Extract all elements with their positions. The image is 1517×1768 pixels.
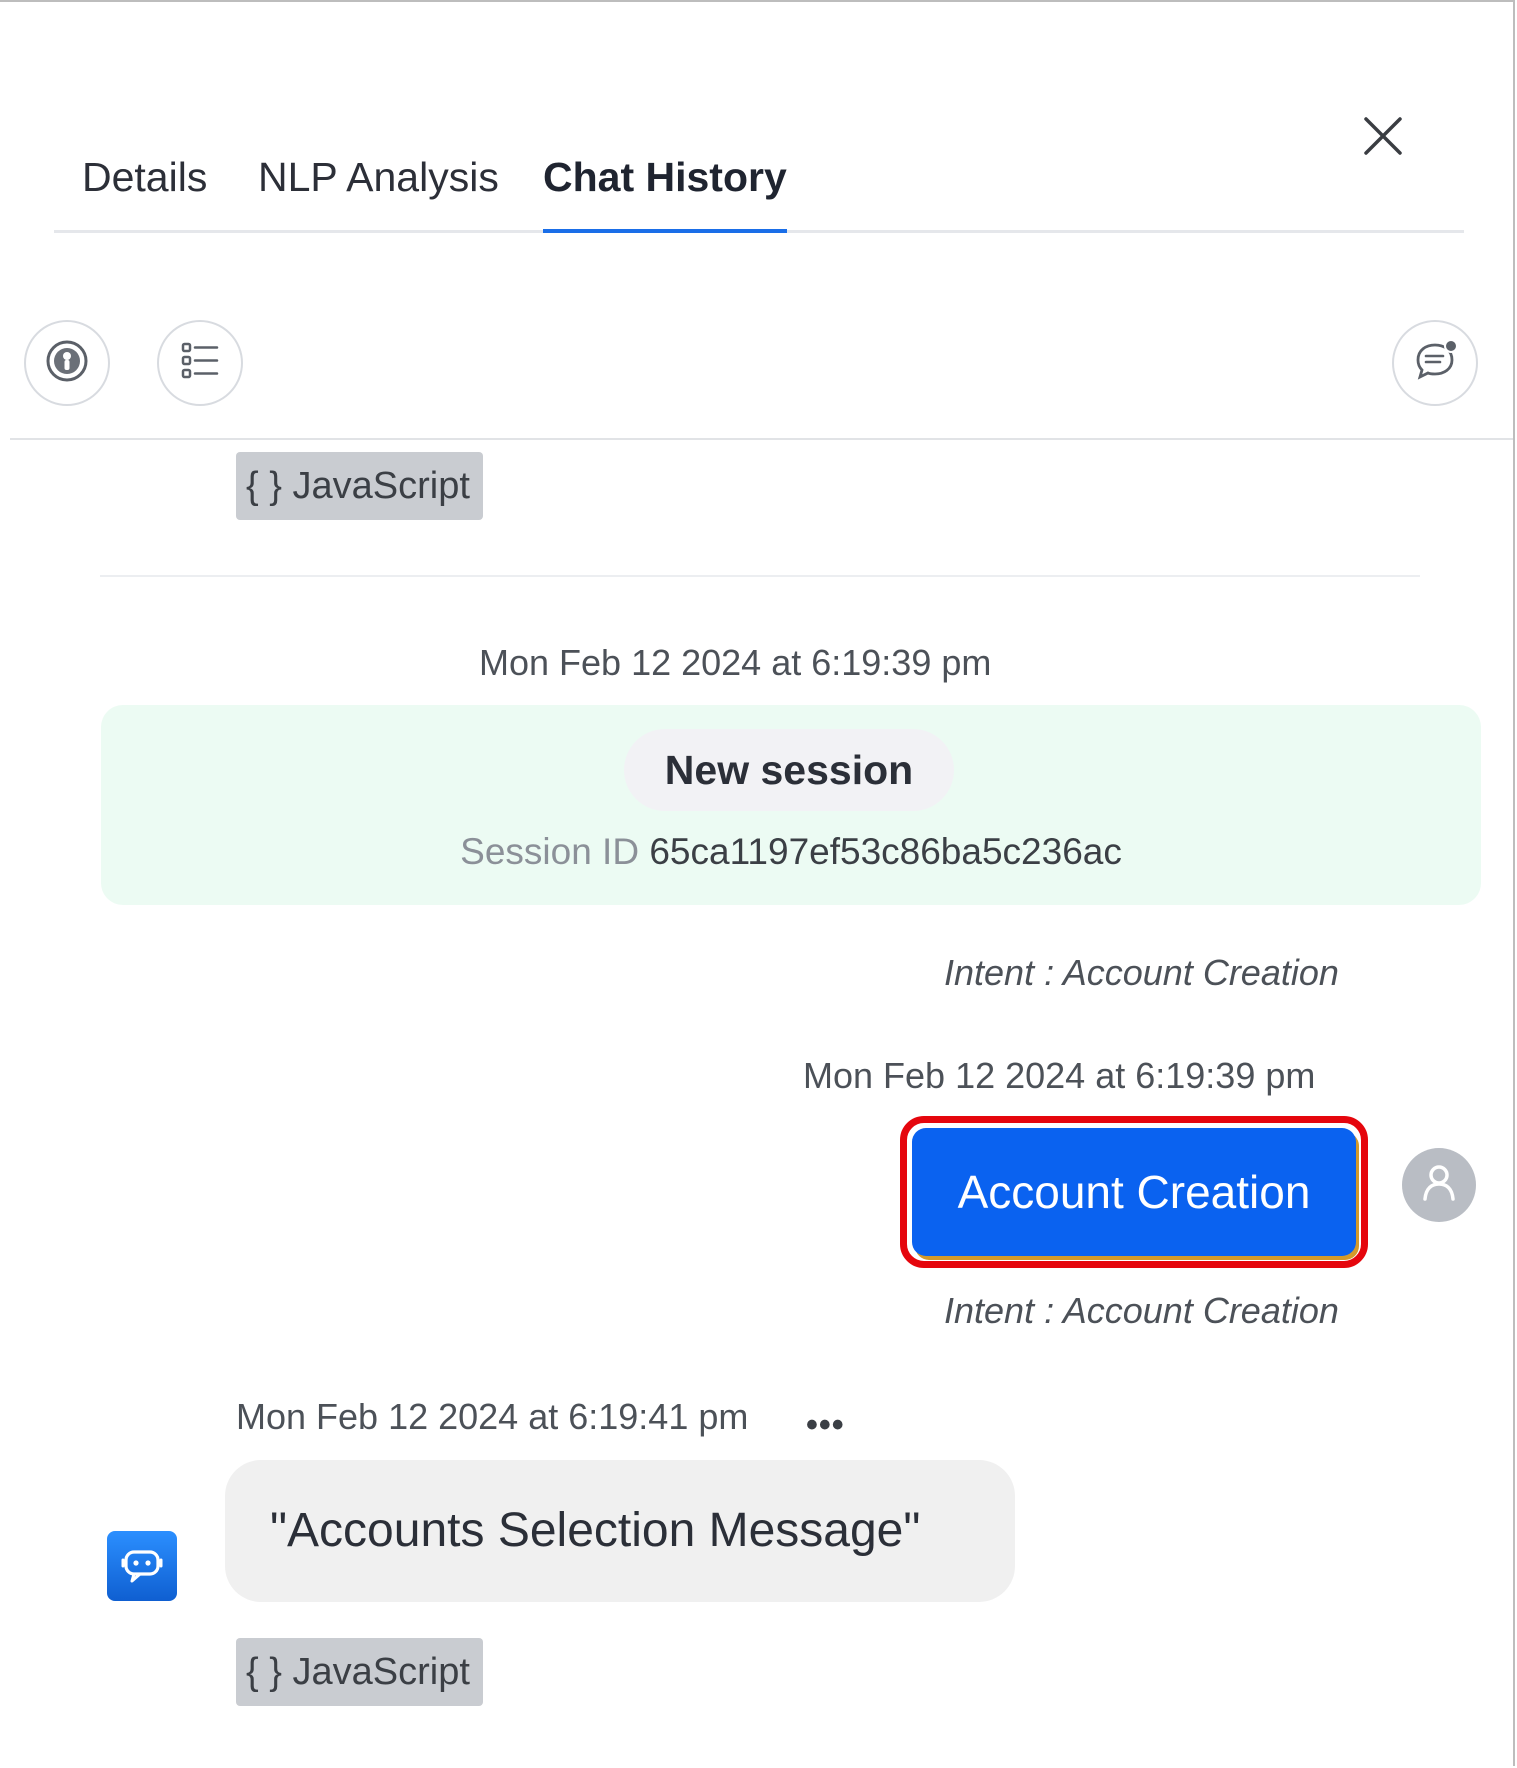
intent-label: Intent : Account Creation — [944, 952, 1339, 993]
bot-message-bubble: "Accounts Selection Message" — [225, 1460, 1015, 1602]
user-status-button[interactable] — [24, 320, 110, 406]
session-id-label: Session ID — [460, 831, 640, 872]
more-options-button[interactable]: ••• — [806, 1406, 845, 1445]
javascript-tag: { } JavaScript — [236, 1638, 483, 1706]
chat-notification-button[interactable] — [1392, 320, 1478, 406]
user-message-timestamp: Mon Feb 12 2024 at 6:19:39 pm — [803, 1055, 1316, 1096]
list-view-button[interactable] — [157, 320, 243, 406]
tab-chat-history[interactable]: Chat History — [543, 150, 787, 233]
user-message-bubble[interactable]: Account Creation — [912, 1128, 1356, 1256]
tab-nlp-analysis[interactable]: NLP Analysis — [258, 150, 499, 230]
new-session-pill: New session — [624, 729, 954, 811]
user-status-icon — [44, 338, 90, 389]
chat-notification-icon — [1410, 336, 1460, 391]
bot-message-timestamp: Mon Feb 12 2024 at 6:19:41 pm — [236, 1396, 749, 1437]
session-timestamp: Mon Feb 12 2024 at 6:19:39 pm — [479, 642, 992, 683]
user-intent-label: Intent : Account Creation — [944, 1290, 1339, 1331]
new-session-card: New session Session ID 65ca1197ef53c86ba… — [101, 705, 1481, 905]
session-id-value: 65ca1197ef53c86ba5c236ac — [649, 831, 1122, 872]
bot-icon — [107, 1531, 177, 1601]
javascript-tag: { } JavaScript — [236, 452, 483, 520]
user-avatar-icon — [1417, 1161, 1461, 1210]
tab-details[interactable]: Details — [82, 150, 207, 230]
message-divider — [100, 575, 1420, 577]
tab-bar: Details NLP Analysis Chat History — [54, 102, 1464, 233]
chat-history-panel: Details NLP Analysis Chat History {} Ja… — [0, 0, 1515, 1766]
close-icon[interactable] — [1360, 113, 1406, 159]
toolbar-divider — [10, 438, 1513, 440]
session-id: Session ID 65ca1197ef53c86ba5c236ac — [101, 831, 1481, 873]
list-icon — [177, 338, 223, 389]
avatar — [1402, 1148, 1476, 1222]
